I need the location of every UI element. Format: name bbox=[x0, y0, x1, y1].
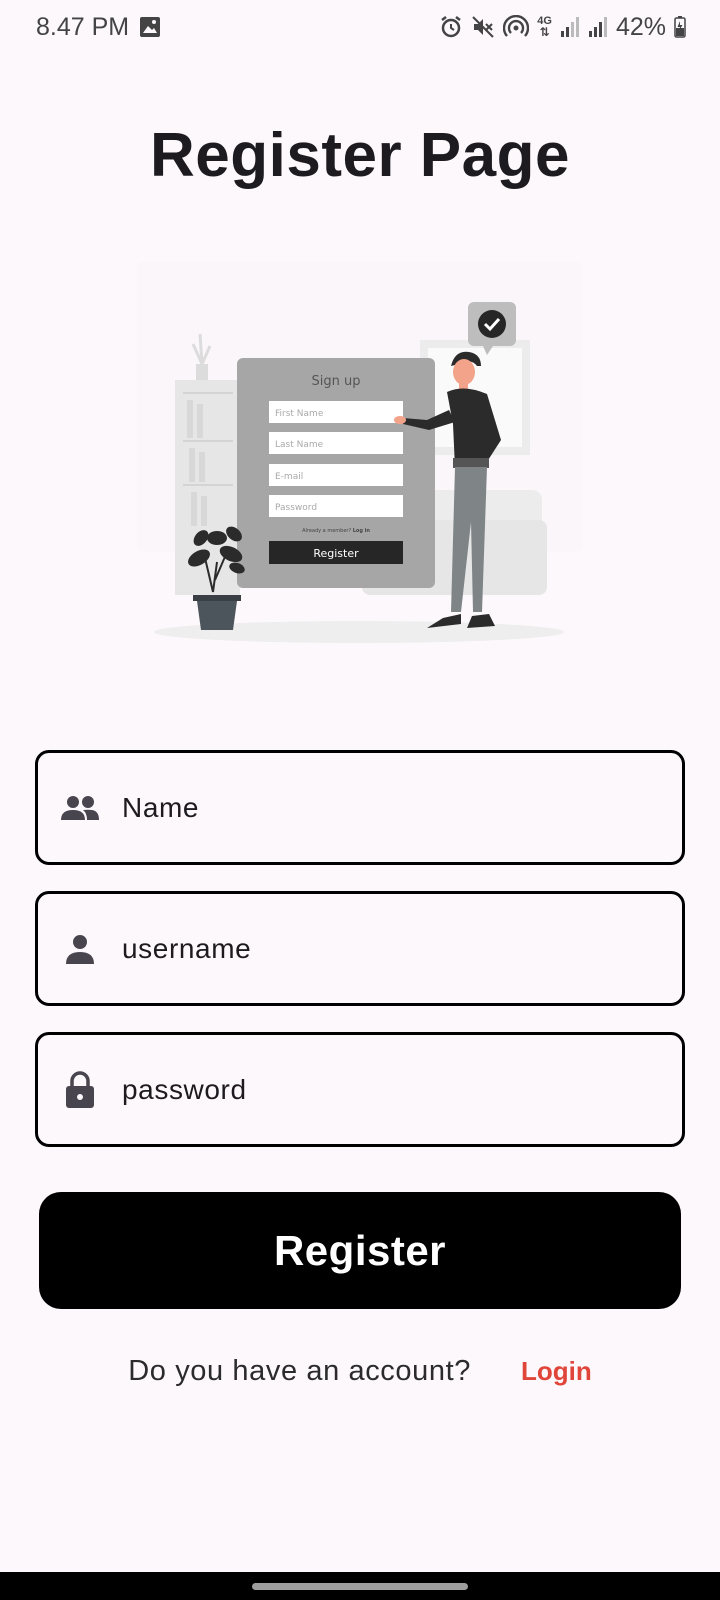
alarm-icon bbox=[439, 15, 463, 39]
people-icon bbox=[60, 788, 100, 828]
illustration-footnote-link: Log in bbox=[353, 528, 371, 534]
page-title: Register Page bbox=[149, 121, 570, 190]
battery-icon bbox=[674, 16, 686, 38]
register-button[interactable]: Register bbox=[39, 1192, 681, 1309]
image-icon bbox=[139, 16, 161, 38]
username-placeholder: username bbox=[122, 932, 252, 964]
signup-illustration: Sign up First Name Last Name E-mail Pass… bbox=[137, 262, 582, 657]
login-link[interactable]: Login bbox=[521, 1356, 592, 1387]
name-field[interactable]: Name bbox=[35, 750, 685, 865]
mute-icon bbox=[471, 15, 495, 39]
person-icon bbox=[60, 929, 100, 969]
account-row: Do you have an account? Login bbox=[0, 1355, 720, 1388]
illustration-field-2: Last Name bbox=[275, 440, 324, 450]
illustration-field-1: First Name bbox=[275, 409, 324, 419]
lock-icon bbox=[60, 1070, 100, 1110]
signal-icon bbox=[560, 16, 580, 38]
illustration-button: Register bbox=[313, 547, 359, 560]
status-time: 8.47 PM bbox=[36, 12, 130, 41]
illustration-field-3: E-mail bbox=[275, 472, 303, 482]
svg-text:Already a member? Log in: Already a member? Log in bbox=[302, 528, 370, 534]
status-bar: 8.47 PM 4G ⇅ 42% bbox=[0, 0, 720, 54]
signal-icon-2 bbox=[588, 16, 608, 38]
name-placeholder: Name bbox=[122, 791, 200, 823]
status-left: 8.47 PM bbox=[36, 13, 161, 42]
password-field[interactable]: password bbox=[35, 1032, 685, 1147]
illustration-footnote: Already a member? bbox=[302, 528, 351, 534]
network-type-icon: 4G ⇅ bbox=[537, 15, 552, 39]
battery-percent: 42% bbox=[615, 12, 666, 41]
home-gesture-handle[interactable] bbox=[252, 1583, 468, 1590]
account-question: Do you have an account? bbox=[128, 1355, 471, 1387]
illustration-card-title: Sign up bbox=[312, 374, 361, 389]
password-placeholder: password bbox=[122, 1073, 247, 1105]
status-right: 4G ⇅ 42% bbox=[439, 13, 686, 42]
username-field[interactable]: username bbox=[35, 891, 685, 1006]
illustration-field-4: Password bbox=[275, 503, 317, 513]
hotspot-icon bbox=[503, 15, 530, 39]
